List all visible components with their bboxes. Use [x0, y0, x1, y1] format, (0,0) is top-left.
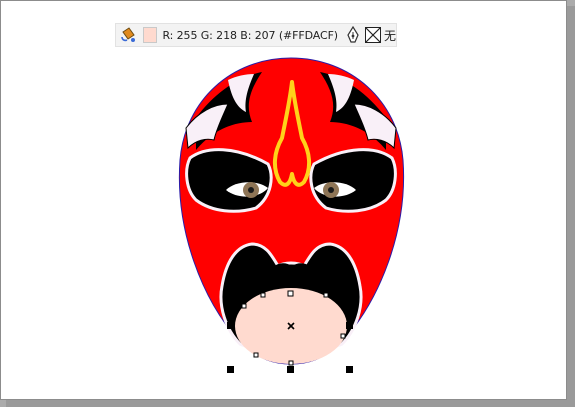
fill-color-value: R: 255 G: 218 B: 207 (#FFDACF) — [162, 28, 338, 42]
object-properties-bar: R: 255 G: 218 B: 207 (#FFDACF) 无 — [115, 23, 397, 47]
right-eye-socket — [309, 148, 397, 213]
right-pupil — [328, 187, 334, 193]
no-outline-icon[interactable] — [364, 27, 381, 43]
fill-bucket-icon[interactable] — [119, 26, 137, 44]
opera-mask-artwork[interactable] — [0, 0, 575, 407]
left-pupil — [248, 187, 254, 193]
fill-color-swatch[interactable] — [143, 27, 158, 43]
left-eye-socket — [185, 148, 273, 213]
pen-nib-icon[interactable] — [345, 26, 361, 44]
outline-none-label: 无 — [383, 28, 396, 43]
